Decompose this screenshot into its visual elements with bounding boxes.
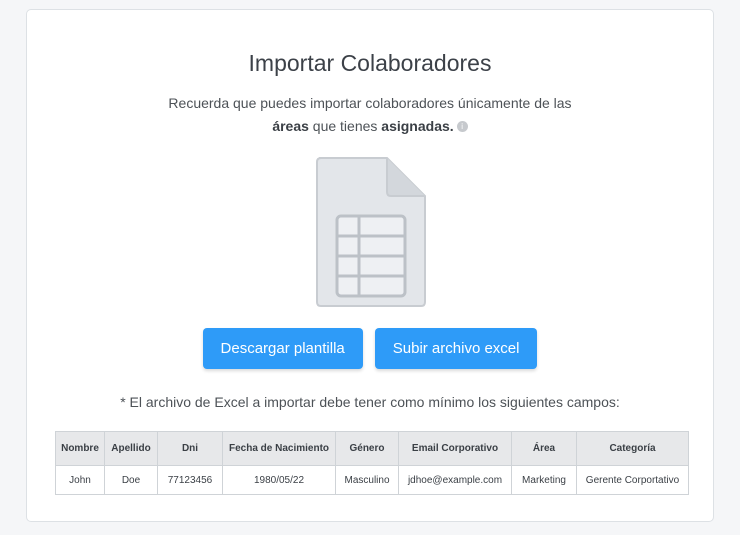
header-genero: Género: [335, 431, 399, 466]
action-buttons: Descargar plantilla Subir archivo excel: [27, 328, 713, 369]
header-categoria: Categoría: [576, 431, 689, 466]
subtitle-mid: que tienes: [308, 118, 382, 134]
subtitle-bold-asignadas: asignadas.: [381, 118, 454, 134]
header-area: Área: [511, 431, 577, 466]
cell-apellido: Doe: [104, 465, 158, 495]
cell-nombre: John: [55, 465, 105, 495]
cell-categoria: Gerente Corportativo: [576, 465, 689, 495]
cell-area: Marketing: [511, 465, 577, 495]
subtitle-line1: Recuerda que puedes importar colaborador…: [168, 95, 572, 111]
header-email: Email Corporativo: [398, 431, 512, 466]
sample-fields-table: Nombre Apellido Dni Fecha de Nacimiento …: [55, 431, 689, 495]
import-card: Importar Colaboradores Recuerda que pued…: [26, 9, 714, 522]
cell-fecha-nacimiento: 1980/05/22: [222, 465, 336, 495]
cell-dni: 77123456: [157, 465, 223, 495]
required-fields-note: * El archivo de Excel a importar debe te…: [120, 394, 620, 410]
header-nombre: Nombre: [55, 431, 105, 466]
info-icon[interactable]: i: [456, 120, 468, 132]
cell-genero: Masculino: [335, 465, 399, 495]
spreadsheet-file-icon: [315, 156, 427, 313]
subtitle-bold-areas: áreas: [272, 118, 309, 134]
header-fecha-nacimiento: Fecha de Nacimiento: [222, 431, 336, 466]
table-row: John Doe 77123456 1980/05/22 Masculino j…: [55, 465, 689, 495]
page-title: Importar Colaboradores: [248, 50, 492, 76]
table-header-row: Nombre Apellido Dni Fecha de Nacimiento …: [55, 431, 689, 466]
cell-email: jdhoe@example.com: [398, 465, 512, 495]
header-dni: Dni: [157, 431, 223, 466]
subtitle: Recuerda que puedes importar colaborador…: [27, 92, 713, 138]
download-template-button[interactable]: Descargar plantilla: [202, 328, 363, 369]
upload-excel-button[interactable]: Subir archivo excel: [374, 328, 538, 369]
header-apellido: Apellido: [104, 431, 158, 466]
